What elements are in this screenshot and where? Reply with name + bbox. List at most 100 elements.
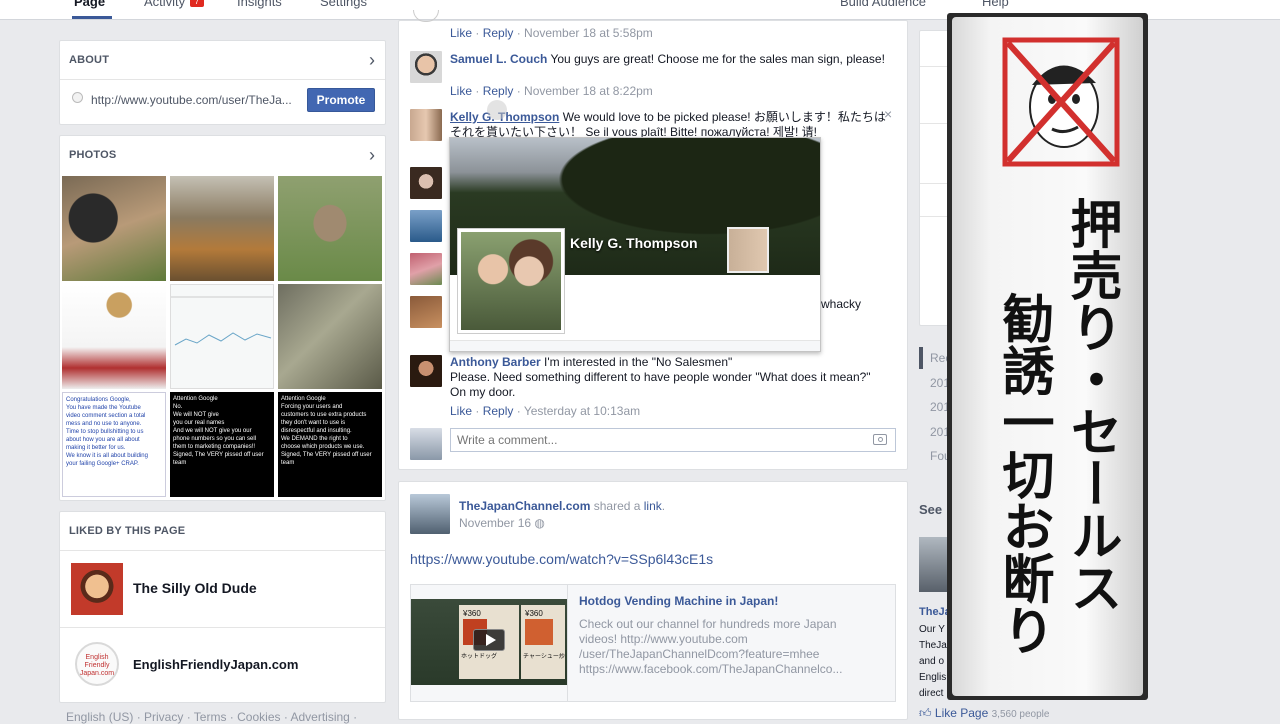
comment-input[interactable] [450, 428, 896, 452]
preview-title[interactable]: Hotdog Vending Machine in Japan! [579, 594, 778, 608]
hovercard-footer [450, 340, 820, 351]
like-link[interactable]: Like [450, 84, 472, 98]
photo-tile-hand[interactable] [278, 284, 382, 389]
like-page-button[interactable]: 👍︎ Like Page 3,560 people [919, 706, 1049, 721]
vending-panel: ¥360 チャーシュー炒 [521, 605, 565, 679]
liked-page-name[interactable]: The Silly Old Dude [133, 580, 257, 596]
timeline-active-marker [919, 347, 923, 369]
comment-text: We would love to be picked please! お願いしま… [562, 110, 886, 124]
link-preview[interactable]: ¥360 ホットドッグ ¥360 チャーシュー炒 Hotdog Vending … [410, 584, 896, 702]
reply-link[interactable]: Reply [483, 84, 514, 98]
comment-body: Anthony Barber I'm interested in the "No… [450, 355, 890, 400]
about-website-link[interactable]: http://www.youtube.com/user/TheJa... [91, 93, 292, 107]
photo-tile-google-note-3[interactable]: Attention Google Forcing your users and cu… [278, 392, 382, 497]
englishfriendlyjapan-logo[interactable]: English Friendly Japan.com [75, 642, 119, 686]
tab-insights[interactable]: Insights [237, 0, 282, 9]
post-date[interactable]: November 16 ◍ [459, 516, 545, 530]
comment-text: You guys are great! Choose me for the sa… [550, 52, 885, 66]
photo-tile-crowd[interactable] [170, 176, 274, 281]
profile-hovercard: Kelly G. Thompson [449, 137, 821, 352]
my-avatar [410, 428, 442, 460]
about-card: ABOUT › http://www.youtube.com/user/TheJ… [59, 40, 386, 125]
cover-stamp-photo [727, 227, 769, 273]
commenter-avatar[interactable] [410, 253, 442, 285]
tab-page[interactable]: Page [74, 0, 105, 9]
footer-links[interactable]: English (US) · Privacy · Terms · Cookies… [66, 710, 357, 724]
suggested-page-image[interactable] [919, 537, 949, 592]
globe-icon: ◍ [534, 516, 545, 530]
post-header: TheJapanChannel.com shared a link. [459, 499, 666, 513]
suggested-page-desc: Our Y TheJa and o Englis direct [919, 624, 947, 699]
silly-old-dude-avatar[interactable] [71, 563, 123, 615]
see-heading: See [919, 502, 943, 517]
reply-link[interactable]: Reply [483, 404, 514, 418]
thejapanchannel-avatar[interactable] [410, 494, 450, 534]
post-url[interactable]: https://www.youtube.com/watch?v=SSp6l43c… [410, 551, 713, 567]
commenter-avatar[interactable] [410, 167, 442, 199]
liked-heading: LIKED BY THIS PAGE [69, 525, 186, 537]
kelly-avatar[interactable] [410, 109, 442, 141]
anthony-avatar[interactable] [410, 355, 442, 387]
thumbs-up-icon: 👍︎ [919, 706, 932, 720]
commenter-name[interactable]: Anthony Barber [450, 355, 541, 369]
samuel-avatar[interactable] [410, 51, 442, 83]
comment-text: Please. Need something different to have… [450, 370, 871, 384]
comment-body: Kelly G. Thompson We would love to be pi… [450, 110, 886, 140]
divider [60, 79, 385, 80]
post-action-text: shared a [593, 499, 641, 513]
photo-tile-kangaroo[interactable] [278, 176, 382, 281]
preview-description: Check out our channel for hundreds more … [579, 617, 843, 676]
comment-body: Samuel L. Couch You guys are great! Choo… [450, 52, 890, 67]
page-likes-count: 3,560 people [991, 709, 1050, 720]
line-graph-icon [171, 296, 273, 346]
about-heading: ABOUT [69, 54, 110, 66]
comment-text: On my door. [450, 385, 516, 399]
reply-link[interactable]: Reply [483, 26, 514, 40]
photo-tile-figurine[interactable] [62, 284, 166, 389]
tab-settings[interactable]: Settings [320, 0, 367, 9]
like-link[interactable]: Like [450, 404, 472, 418]
liked-by-card: LIKED BY THIS PAGE The Silly Old Dude En… [59, 511, 386, 703]
active-tab-indicator [72, 16, 112, 19]
comment-timestamp[interactable]: Yesterday at 10:13am [524, 404, 640, 418]
comment-timestamp[interactable]: November 18 at 5:58pm [524, 26, 653, 40]
camera-icon[interactable] [873, 434, 887, 445]
no-face-icon [1002, 37, 1120, 167]
cursor-highlight [487, 100, 507, 120]
close-icon[interactable]: × [884, 106, 892, 122]
hovercard-name[interactable]: Kelly G. Thompson [570, 235, 698, 251]
play-button-icon[interactable] [473, 629, 505, 651]
comment-text: I'm interested in the "No Salesmen" [544, 355, 733, 369]
photo-tile-google-note-1[interactable]: Congratulations Google, You have made the… [62, 392, 166, 497]
commenter-avatar[interactable] [410, 296, 442, 328]
commenter-avatar[interactable] [410, 210, 442, 242]
divider [567, 585, 568, 701]
post-author[interactable]: TheJapanChannel.com [459, 499, 590, 513]
chevron-right-icon[interactable]: › [369, 51, 375, 69]
liked-page-name[interactable]: EnglishFriendlyJapan.com [133, 657, 298, 672]
comment-timestamp[interactable]: November 18 at 8:22pm [524, 84, 653, 98]
divider [60, 627, 385, 628]
globe-icon [72, 92, 83, 103]
hovercard-profile-picture[interactable] [457, 228, 565, 334]
sign-text-line-1: 押売り・セールス [1061, 197, 1121, 613]
sign-plate: 押売り・セールス 勧誘一切お断り [952, 17, 1143, 696]
comment-text-fragment: whacky [821, 297, 862, 311]
post-link-word[interactable]: link [644, 499, 662, 513]
photo-tile-girl[interactable] [62, 176, 166, 281]
couple-photo [461, 232, 561, 330]
commenter-name[interactable]: Samuel L. Couch [450, 52, 547, 66]
help-menu[interactable]: Help [982, 0, 1009, 9]
photo-tile-chart[interactable] [170, 284, 274, 389]
like-link[interactable]: Like [450, 26, 472, 40]
photo-tile-google-note-2[interactable]: Attention Google No. We will NOT give you o… [170, 392, 274, 497]
tab-activity[interactable]: Activity [144, 0, 185, 9]
divider [60, 550, 385, 551]
build-audience-menu[interactable]: Build Audience [840, 0, 926, 9]
photos-heading: PHOTOS [69, 149, 117, 161]
activity-badge: 7 [190, 0, 204, 7]
video-thumbnail[interactable]: ¥360 ホットドッグ ¥360 チャーシュー炒 [411, 599, 567, 685]
sign-text-line-2: 勧誘一切お断り [993, 292, 1053, 656]
promote-button[interactable]: Promote [307, 88, 375, 112]
chevron-right-icon[interactable]: › [369, 146, 375, 164]
